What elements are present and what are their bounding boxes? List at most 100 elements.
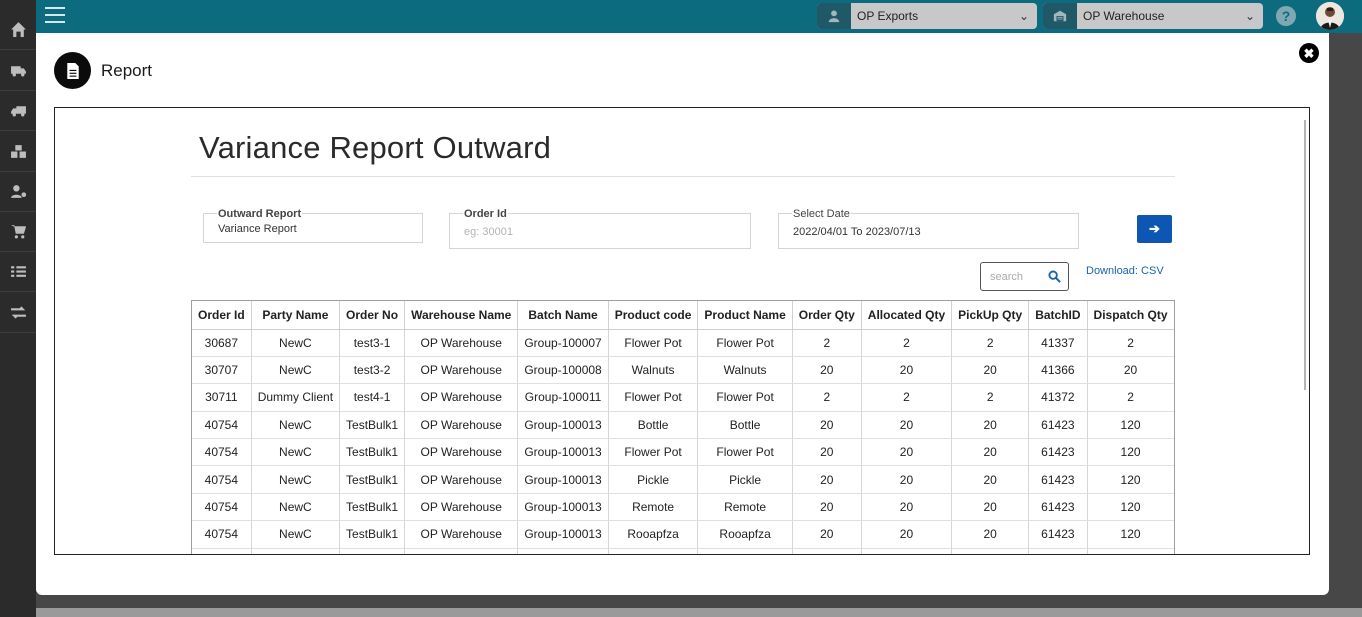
table-header-row: Order Id Party Name Order No Warehouse N… xyxy=(192,301,1174,330)
table-cell: 2 xyxy=(1087,383,1174,412)
column-header[interactable]: Warehouse Name xyxy=(404,301,519,330)
column-header[interactable]: Party Name xyxy=(251,301,341,330)
order-id-field[interactable]: Order Id eg: 30001 xyxy=(449,208,751,249)
table-cell: NewC xyxy=(251,356,341,385)
column-header[interactable]: Dispatch Qty xyxy=(1087,301,1174,330)
sidebar-item-home[interactable] xyxy=(0,10,36,50)
outward-report-select[interactable]: Outward Report Variance Report xyxy=(203,208,423,243)
table-cell: 20 xyxy=(861,356,953,385)
download-csv-link[interactable]: Download: CSV xyxy=(1086,265,1164,277)
report-modal: Report ✖ Variance Report Outward Outward… xyxy=(36,33,1329,595)
warehouse-select[interactable]: OP Warehouse ⌄ xyxy=(1043,3,1263,29)
avatar[interactable] xyxy=(1316,2,1344,30)
table-cell: 61423 xyxy=(1028,438,1088,467)
column-header[interactable]: Product code xyxy=(608,301,699,330)
table-cell: 20 xyxy=(951,465,1030,494)
delivery-truck-icon xyxy=(10,106,26,117)
table-cell: Group-100011 xyxy=(517,383,609,412)
column-header[interactable]: Order Id xyxy=(192,301,252,330)
column-header[interactable]: PickUp Qty xyxy=(951,301,1030,330)
table-row: 30687 NewC test3-1 OP Warehouse Group-10… xyxy=(192,329,1174,357)
table-cell: Group-100013 xyxy=(517,438,609,467)
table-cell: Bottle xyxy=(697,411,793,440)
sidebar-item-tasks[interactable] xyxy=(0,252,36,292)
table-cell xyxy=(251,548,341,554)
truck-icon xyxy=(10,66,26,77)
table-cell: 20 xyxy=(861,493,953,522)
column-header[interactable]: Product Name xyxy=(697,301,793,330)
document-icon xyxy=(54,52,91,89)
table-cell: 20 xyxy=(861,520,953,549)
table-cell: 20 xyxy=(861,465,953,494)
sidebar-item-transfer[interactable] xyxy=(0,293,36,333)
help-icon[interactable]: ? xyxy=(1276,6,1296,26)
table-cell: 2 xyxy=(792,383,862,412)
table-cell: Group-100013 xyxy=(517,465,609,494)
report-table: Order Id Party Name Order No Warehouse N… xyxy=(191,300,1175,554)
table-cell: 20 xyxy=(951,438,1030,467)
table-cell: 61423 xyxy=(1028,520,1088,549)
column-header[interactable]: Order Qty xyxy=(792,301,862,330)
table-row: 30707 NewC test3-2 OP Warehouse Group-10… xyxy=(192,356,1174,385)
column-header[interactable]: Batch Name xyxy=(517,301,609,330)
table-cell: Group-100007 xyxy=(517,329,609,357)
table-cell: Flower Pot xyxy=(608,383,699,412)
table-cell: 20 xyxy=(792,520,862,549)
table-cell: 30707 xyxy=(192,356,252,385)
date-value: 2022/04/01 To 2023/07/13 xyxy=(793,226,921,238)
modal-header: Report xyxy=(54,52,152,89)
table-cell: 40754 xyxy=(192,438,252,467)
sidebar-item-cart[interactable] xyxy=(0,212,36,252)
table-cell: OP Warehouse xyxy=(404,493,519,522)
table-cell xyxy=(192,548,252,554)
company-select[interactable]: OP Exports ⌄ xyxy=(817,3,1037,29)
table-cell: Pickle xyxy=(608,465,699,494)
table-cell: Walnuts xyxy=(608,356,699,385)
page-footer-strip xyxy=(36,608,1362,617)
table-cell: Remote xyxy=(608,493,699,522)
boxes-icon xyxy=(10,145,26,158)
table-cell: 61423 xyxy=(1028,465,1088,494)
menu-icon[interactable] xyxy=(45,7,65,25)
table-cell: 40754 xyxy=(192,465,252,494)
sidebar-item-inventory[interactable] xyxy=(0,132,36,172)
table-cell xyxy=(792,548,862,554)
table-cell: test3-1 xyxy=(339,329,406,357)
table-cell: 20 xyxy=(792,411,862,440)
table-cell xyxy=(1028,548,1088,554)
table-cell: 20 xyxy=(792,356,862,385)
home-icon xyxy=(10,22,26,37)
table-cell: NewC xyxy=(251,493,341,522)
outward-report-value: Variance Report xyxy=(218,223,297,235)
table-cell xyxy=(697,548,793,554)
table-cell: 40754 xyxy=(192,411,252,440)
company-select-value: OP Exports xyxy=(857,9,919,23)
table-cell: Flower Pot xyxy=(697,329,793,357)
sidebar-item-delivery[interactable] xyxy=(0,91,36,131)
column-header[interactable]: Allocated Qty xyxy=(861,301,953,330)
table-cell: OP Warehouse xyxy=(404,465,519,494)
date-range-field[interactable]: Select Date 2022/04/01 To 2023/07/13 xyxy=(778,208,1079,249)
table-cell: Remote xyxy=(697,493,793,522)
table-cell: 20 xyxy=(951,356,1030,385)
table-cell xyxy=(608,548,699,554)
column-header[interactable]: Order No xyxy=(339,301,406,330)
sidebar-item-users[interactable] xyxy=(0,172,36,212)
sidebar-item-shipping[interactable] xyxy=(0,51,36,91)
table-cell xyxy=(861,548,953,554)
order-id-label: Order Id xyxy=(463,208,508,220)
table-cell: Bottle xyxy=(608,411,699,440)
column-header[interactable]: BatchID xyxy=(1028,301,1088,330)
table-cell: Flower Pot xyxy=(608,329,699,357)
table-row: 30711 Dummy Client test4-1 OP Warehouse … xyxy=(192,383,1174,412)
search-input[interactable]: search xyxy=(980,262,1069,291)
scrollbar[interactable] xyxy=(1304,120,1306,390)
table-cell: Pickle xyxy=(697,465,793,494)
table-cell: NewC xyxy=(251,329,341,357)
search-placeholder: search xyxy=(990,271,1024,283)
table-cell: TestBulk1 xyxy=(339,411,406,440)
close-icon[interactable]: ✖ xyxy=(1299,43,1319,63)
submit-button[interactable]: ➔ xyxy=(1137,215,1172,243)
table-cell: 30687 xyxy=(192,329,252,357)
table-cell: test3-2 xyxy=(339,356,406,385)
